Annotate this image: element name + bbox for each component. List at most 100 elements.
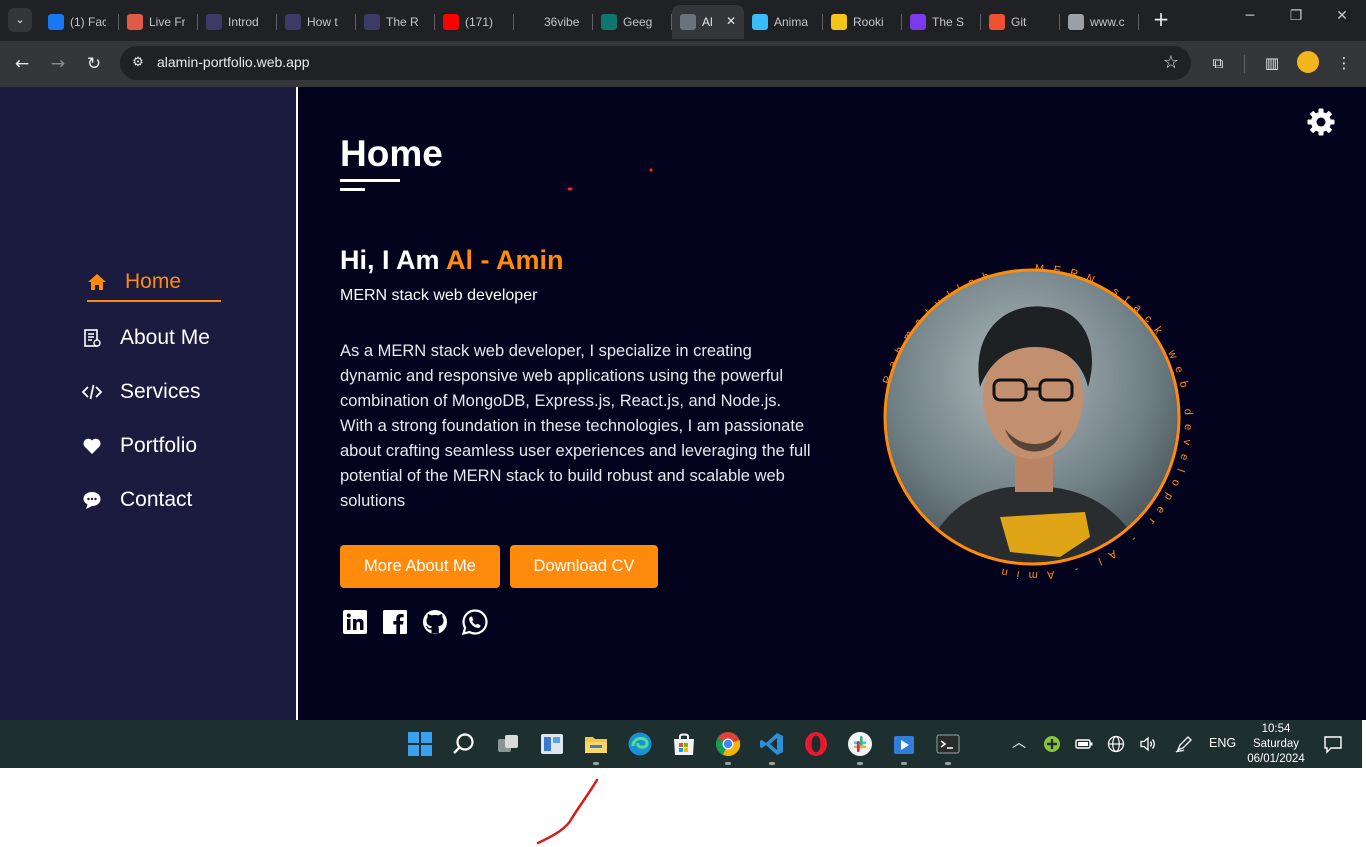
browser-tab[interactable]: Introd <box>198 5 277 39</box>
close-tab-icon[interactable]: ✕ <box>726 14 736 28</box>
chrome-icon[interactable] <box>715 731 741 757</box>
git-icon <box>989 14 1005 30</box>
clock-date: 06/01/2024 <box>1247 753 1305 765</box>
site-settings-icon[interactable]: ⚙ <box>129 54 147 72</box>
language-indicator[interactable]: ENG <box>1209 736 1236 750</box>
sidebar-item-about[interactable]: About Me <box>82 326 210 350</box>
side-panel-icon[interactable]: ▥ <box>1261 52 1283 74</box>
close-window-icon[interactable]: ✕ <box>1330 8 1354 24</box>
code-icon <box>82 384 102 400</box>
whatsapp-icon[interactable] <box>461 608 489 636</box>
windows-start-icon[interactable] <box>407 731 433 757</box>
store-icon[interactable] <box>671 731 697 757</box>
home-icon <box>88 274 106 290</box>
resume-icon <box>84 329 101 347</box>
tab-title: (171) <box>465 15 494 29</box>
running-indicator <box>857 762 863 765</box>
tab-title: The R <box>386 15 419 29</box>
bio-paragraph: As a MERN stack web developer, I special… <box>340 342 811 510</box>
browser-tab[interactable]: Anima <box>744 5 823 39</box>
sidebar-item-services[interactable]: Services <box>82 380 201 404</box>
title-underline-short <box>340 188 365 191</box>
tailwind-icon <box>752 14 768 30</box>
media-player-icon[interactable] <box>891 731 917 757</box>
browser-tab[interactable]: (171) <box>435 5 514 39</box>
browser-menu-icon[interactable]: ⋮ <box>1333 52 1355 74</box>
download-cv-button[interactable]: Download CV <box>510 545 658 588</box>
restore-icon[interactable]: ❐ <box>1284 8 1308 24</box>
screen: ⌄ (1) Facebook Live Fr Introd How t The R (17… <box>0 0 1366 847</box>
sidebar-item-label: About Me <box>120 326 210 349</box>
tab-title: www.c <box>1090 15 1125 29</box>
extensions-icon[interactable]: ⧉ <box>1207 52 1229 74</box>
screen-edge <box>1362 720 1366 768</box>
forward-icon[interactable]: → <box>46 52 70 76</box>
sidebar-item-label: Services <box>120 380 201 403</box>
tab-title: (1) Facebook <box>70 15 106 29</box>
live-icon <box>127 14 143 30</box>
edge-icon[interactable] <box>627 731 653 757</box>
heart-icon <box>83 438 101 454</box>
notification-icon[interactable] <box>1323 734 1343 754</box>
reload-icon[interactable]: ↻ <box>82 52 106 76</box>
battery-icon[interactable] <box>1075 736 1093 752</box>
greeting-prefix: Hi, I Am <box>340 245 447 275</box>
network-globe-icon[interactable] <box>1107 735 1125 753</box>
minimize-icon[interactable]: ─ <box>1238 8 1262 24</box>
title-underline <box>340 179 400 182</box>
show-hidden-icons-icon[interactable]: ︿ <box>1012 732 1026 752</box>
tab-active[interactable]: Al ✕ <box>672 5 744 39</box>
profile-avatar-ring: Rahmatullah - MERN stack web developer -… <box>881 263 1185 581</box>
linkedin-icon[interactable] <box>341 608 369 636</box>
running-indicator <box>945 762 951 765</box>
search-icon[interactable] <box>451 731 477 757</box>
browser-tab[interactable]: How t <box>277 5 356 39</box>
new-tab-button[interactable]: + <box>1150 8 1172 30</box>
tab-title: The S <box>932 15 965 29</box>
vscode-icon[interactable] <box>759 731 785 757</box>
tab-search-dropdown-icon[interactable]: ⌄ <box>8 8 32 32</box>
file-explorer-icon[interactable] <box>583 731 609 757</box>
pen-icon[interactable] <box>1175 735 1193 753</box>
browser-tab[interactable]: (1) Facebook <box>40 5 119 39</box>
sidebar-item-portfolio[interactable]: Portfolio <box>82 434 197 458</box>
url-text[interactable]: alamin-portfolio.web.app <box>157 54 310 70</box>
tray-app-icon[interactable] <box>1043 735 1061 753</box>
volume-icon[interactable] <box>1139 735 1157 753</box>
36-icon <box>522 14 538 30</box>
terminal-icon[interactable] <box>935 731 961 757</box>
task-view-icon[interactable] <box>495 731 521 757</box>
browser-tab[interactable]: www.c <box>1060 5 1139 39</box>
facebook-icon <box>48 14 64 30</box>
tab-title: 36vibe <box>544 15 580 29</box>
tab-title: How t <box>307 15 338 29</box>
opera-icon[interactable] <box>803 731 829 757</box>
more-about-me-button[interactable]: More About Me <box>340 545 500 588</box>
clock-time: 10:54 <box>1261 723 1291 735</box>
back-icon[interactable]: ← <box>10 52 34 76</box>
browser-tab[interactable]: Geeg <box>593 5 672 39</box>
gear-icon[interactable] <box>1306 107 1336 137</box>
address-bar[interactable]: ⚙ alamin-portfolio.web.app ☆ <box>120 46 1191 80</box>
facebook-icon[interactable] <box>381 608 409 636</box>
browser-tab[interactable]: 36vibe <box>514 5 593 39</box>
browser-tab[interactable]: The S <box>902 5 981 39</box>
bookmark-star-icon[interactable]: ☆ <box>1163 52 1179 73</box>
slack-icon[interactable] <box>847 731 873 757</box>
widgets-icon[interactable] <box>539 731 565 757</box>
github-icon[interactable] <box>421 608 449 636</box>
clock-day: Saturday <box>1252 738 1300 750</box>
profile-avatar[interactable] <box>1297 51 1319 73</box>
clock[interactable]: 10:54 Saturday 06/01/2024 <box>1240 722 1312 767</box>
sidebar-item-home[interactable]: Home <box>87 270 181 294</box>
tab-title: Live Fr <box>149 15 185 29</box>
browser-tab[interactable]: Live Fr <box>119 5 198 39</box>
tab-title: Git <box>1011 15 1027 29</box>
browser-tab[interactable]: The R <box>356 5 435 39</box>
browser-tab[interactable]: Rooki <box>823 5 902 39</box>
portfolio-icon <box>680 14 696 30</box>
browser-toolbar: ← → ↻ ⚙ alamin-portfolio.web.app ☆ ⧉ ▥ ⋮ <box>0 41 1366 87</box>
running-indicator <box>769 762 775 765</box>
sidebar-item-contact[interactable]: Contact <box>82 488 192 512</box>
browser-tab[interactable]: Git <box>981 5 1060 39</box>
